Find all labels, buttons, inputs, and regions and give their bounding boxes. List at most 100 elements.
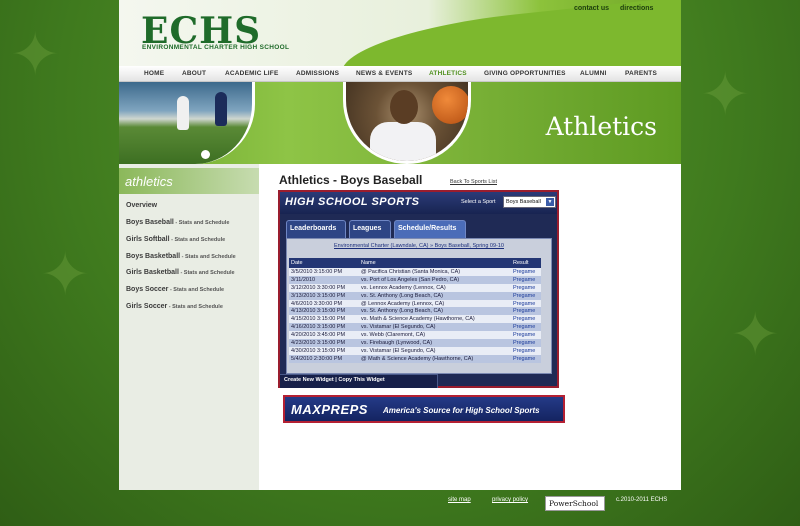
powerschool-badge[interactable]: PowerSchool: [545, 496, 605, 511]
sidebar-item-boys-baseball[interactable]: Boys Baseball - Stats and Schedule: [126, 219, 229, 226]
copyright-text: c.2010-2011 ECHS: [616, 497, 668, 503]
page-container: ECHS ENVIRONMENTAL CHARTER HIGH SCHOOL c…: [119, 0, 681, 490]
column-header-result[interactable]: Result: [511, 258, 541, 268]
leaf-decoration: ✦: [700, 60, 751, 130]
sidebar-item-girls-softball[interactable]: Girls Softball - Stats and Schedule: [126, 236, 225, 243]
widget-header: HIGH SCHOOL SPORTS Select a Sport Boys B…: [280, 192, 557, 214]
cell-result: Pregame: [511, 275, 541, 284]
cell-result: Pregame: [511, 299, 541, 308]
maxpreps-logo: MAXPREPS: [291, 402, 368, 417]
site-header: ECHS ENVIRONMENTAL CHARTER HIGH SCHOOL c…: [119, 0, 681, 66]
cell-date: 4/6/2010 3:30:00 PM: [289, 299, 359, 308]
back-to-sports-link[interactable]: Back To Sports List: [450, 179, 497, 185]
powerschool-label: PowerSchool: [549, 499, 599, 508]
nav-item-news-events[interactable]: NEWS & EVENTS: [356, 70, 412, 77]
nav-item-academic-life[interactable]: ACADEMIC LIFE: [225, 70, 279, 77]
directions-link[interactable]: directions: [620, 5, 653, 12]
sidebar: athletics Overview Boys Baseball - Stats…: [119, 164, 259, 490]
privacy-policy-link[interactable]: privacy policy: [492, 497, 528, 503]
widget-footer[interactable]: Create New Widget | Copy This Widget: [280, 374, 438, 388]
sidebar-item-boys-soccer[interactable]: Boys Soccer - Stats and Schedule: [126, 286, 224, 293]
banner-title: Athletics: [545, 112, 657, 141]
site-map-link[interactable]: site map: [448, 497, 471, 503]
page-banner: Athletics: [119, 82, 681, 164]
player-face: [390, 90, 418, 124]
sidebar-item-girls-basketball[interactable]: Girls Basketball - Stats and Schedule: [126, 269, 235, 276]
jersey: [370, 122, 436, 161]
team-season-link[interactable]: Environmental Charter (Lawndale, CA) » B…: [287, 243, 551, 249]
cell-name[interactable]: vs. Math & Science Academy (Hawthorne, C…: [359, 315, 511, 324]
cell-result: Pregame: [511, 268, 541, 276]
leaf-decoration: ✦: [40, 240, 91, 310]
main-nav: HOME ABOUT ACADEMIC LIFE ADMISSIONS NEWS…: [119, 66, 681, 82]
nav-item-parents[interactable]: PARENTS: [625, 70, 657, 77]
cell-result: Pregame: [511, 323, 541, 332]
sidebar-heading-text: athletics: [125, 174, 173, 189]
table-row: 4/20/2010 3:45:00 PM vs. Webb (Claremont,…: [289, 331, 541, 340]
cell-result: Pregame: [511, 354, 541, 363]
table-row: 3/13/2010 3:15:00 PM vs. St. Anthony (Lon…: [289, 291, 541, 300]
player-figure: [177, 96, 189, 130]
sidebar-item-sub: - Stats and Schedule: [167, 304, 223, 310]
cell-result: Pregame: [511, 291, 541, 300]
sidebar-item-overview[interactable]: Overview: [126, 202, 157, 209]
tab-leaderboards[interactable]: Leaderboards: [286, 220, 346, 238]
cell-name[interactable]: vs. Webb (Claremont, CA): [359, 331, 511, 340]
cell-date: 4/16/2010 3:15:00 PM: [289, 323, 359, 332]
nav-item-admissions[interactable]: ADMISSIONS: [296, 70, 339, 77]
column-header-date[interactable]: Date: [289, 258, 359, 268]
tab-schedule-results[interactable]: Schedule/Results: [394, 220, 466, 238]
table-row: 3/12/2010 3:30:00 PM vs. Lennox Academy (…: [289, 283, 541, 292]
nav-item-about[interactable]: ABOUT: [182, 70, 206, 77]
cell-date: 4/13/2010 3:15:00 PM: [289, 307, 359, 316]
table-row: 4/13/2010 3:15:00 PM vs. St. Anthony (Lon…: [289, 307, 541, 316]
logo-subtitle: ENVIRONMENTAL CHARTER HIGH SCHOOL: [142, 44, 290, 51]
sport-select[interactable]: Boys Baseball ▼: [503, 196, 556, 208]
cell-date: 3/11/2010: [289, 275, 359, 284]
sidebar-item-label: Boys Soccer: [126, 286, 169, 293]
basketball: [432, 86, 468, 124]
nav-item-athletics[interactable]: ATHLETICS: [429, 70, 467, 77]
cell-name[interactable]: vs. Vistamar (El Segundo, CA): [359, 346, 511, 355]
sidebar-item-sub: - Stats and Schedule: [173, 220, 230, 226]
table-header-row: Date Name Result: [289, 258, 541, 268]
cell-date: 5/4/2010 2:30:00 PM: [289, 354, 359, 363]
cell-date: 4/23/2010 3:15:00 PM: [289, 339, 359, 347]
table-row: 3/11/2010 vs. Port of Los Angeles (San Pe…: [289, 275, 541, 284]
leaf-decoration: ✦: [730, 300, 781, 370]
table-row: 4/16/2010 3:15:00 PM vs. Vistamar (El Seg…: [289, 323, 541, 332]
cell-name[interactable]: vs. Firebaugh (Lynwood, CA): [359, 339, 511, 347]
maxpreps-banner[interactable]: MAXPREPS America's Source for High Schoo…: [283, 395, 565, 423]
sport-select-label: Select a Sport: [461, 199, 496, 205]
cell-name[interactable]: @ Lennox Academy (Lennox, CA): [359, 299, 511, 308]
sidebar-item-sub: - Stats and Schedule: [178, 270, 235, 276]
contact-us-link[interactable]: contact us: [574, 5, 609, 12]
cell-name[interactable]: vs. St. Anthony (Long Beach, CA): [359, 291, 511, 300]
cell-name[interactable]: @ Pacifica Christian (Santa Monica, CA): [359, 268, 511, 276]
sidebar-item-label: Girls Softball: [126, 236, 170, 243]
leaf-decoration: ✦: [10, 20, 61, 90]
sidebar-item-girls-soccer[interactable]: Girls Soccer - Stats and Schedule: [126, 303, 223, 310]
cell-name[interactable]: vs. St. Anthony (Long Beach, CA): [359, 307, 511, 316]
high-school-sports-logo: HIGH SCHOOL SPORTS: [285, 196, 420, 208]
nav-item-giving-opportunities[interactable]: GIVING OPPORTUNITIES: [484, 70, 566, 77]
nav-item-alumni[interactable]: ALUMNI: [580, 70, 606, 77]
sidebar-item-sub: - Stats and Schedule: [169, 237, 226, 243]
maxpreps-tagline: America's Source for High School Sports: [383, 406, 540, 415]
cell-name[interactable]: vs. Port of Los Angeles (San Pedro, CA): [359, 275, 511, 284]
player-figure: [215, 92, 227, 126]
cell-name[interactable]: vs. Lennox Academy (Lennox, CA): [359, 283, 511, 292]
nav-item-home[interactable]: HOME: [144, 70, 164, 77]
table-row: 4/30/2010 3:15:00 PM vs. Vistamar (El Seg…: [289, 346, 541, 355]
cell-date: 3/12/2010 3:30:00 PM: [289, 283, 359, 292]
high-school-sports-widget: HIGH SCHOOL SPORTS Select a Sport Boys B…: [278, 190, 559, 388]
cell-name[interactable]: vs. Vistamar (El Segundo, CA): [359, 323, 511, 332]
sidebar-item-label: Girls Basketball: [126, 269, 179, 276]
schedule-panel: Environmental Charter (Lawndale, CA) » B…: [286, 238, 552, 374]
column-header-name[interactable]: Name: [359, 258, 511, 268]
cell-name[interactable]: @ Math & Science Academy (Hawthorne, CA): [359, 354, 511, 363]
tab-leagues[interactable]: Leagues: [349, 220, 391, 238]
cell-result: Pregame: [511, 307, 541, 316]
sidebar-item-boys-basketball[interactable]: Boys Basketball - Stats and Schedule: [126, 253, 236, 260]
sidebar-item-label: Boys Basketball: [126, 253, 181, 260]
